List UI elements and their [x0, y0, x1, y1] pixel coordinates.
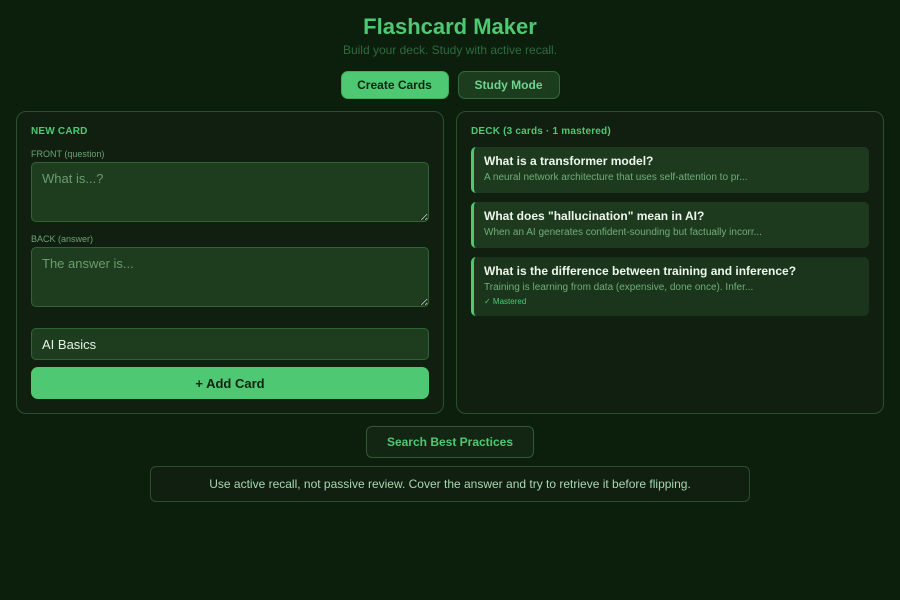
- mastered-badge: ✓ Mastered: [484, 297, 527, 306]
- app-subtitle: Build your deck. Study with active recal…: [342, 43, 558, 57]
- card-question: What is a transformer model?: [484, 154, 654, 168]
- new-card-panel: NEW CARD FRONT (question) BACK (answer) …: [16, 111, 444, 414]
- card-answer-preview: When an AI generates confident-sounding …: [484, 227, 762, 238]
- tab-create-cards[interactable]: Create Cards: [340, 71, 449, 99]
- card-question: What is the difference between training …: [484, 264, 797, 278]
- mode-tabs: Create Cards Study Mode: [0, 71, 900, 99]
- new-card-title: NEW CARD: [31, 126, 88, 137]
- category-input[interactable]: [31, 328, 429, 360]
- back-label: BACK (answer): [31, 234, 94, 244]
- add-card-button[interactable]: + Add Card: [31, 367, 429, 399]
- tab-study-mode[interactable]: Study Mode: [457, 71, 560, 99]
- card-answer-preview: Training is learning from data (expensiv…: [484, 282, 754, 293]
- card-item[interactable]: What does "hallucination" mean in AI? Wh…: [471, 202, 869, 248]
- card-answer-preview: A neural network architecture that uses …: [484, 172, 748, 183]
- card-item[interactable]: What is the difference between training …: [471, 257, 869, 316]
- flashcard-app: Flashcard Maker Build your deck. Study w…: [0, 0, 900, 600]
- study-tip: Use active recall, not passive review. C…: [150, 466, 750, 502]
- app-title: Flashcard Maker: [363, 14, 537, 39]
- front-label: FRONT (question): [31, 149, 105, 159]
- back-textarea[interactable]: [31, 247, 429, 307]
- card-item[interactable]: What is a transformer model? A neural ne…: [471, 147, 869, 193]
- card-list: What is a transformer model? A neural ne…: [471, 147, 869, 325]
- deck-panel: DECK (3 cards · 1 mastered) What is a tr…: [456, 111, 884, 414]
- front-textarea[interactable]: [31, 162, 429, 222]
- card-question: What does "hallucination" mean in AI?: [484, 209, 705, 223]
- deck-title: DECK (3 cards · 1 mastered): [471, 126, 611, 137]
- search-best-practices-button[interactable]: Search Best Practices: [366, 426, 534, 458]
